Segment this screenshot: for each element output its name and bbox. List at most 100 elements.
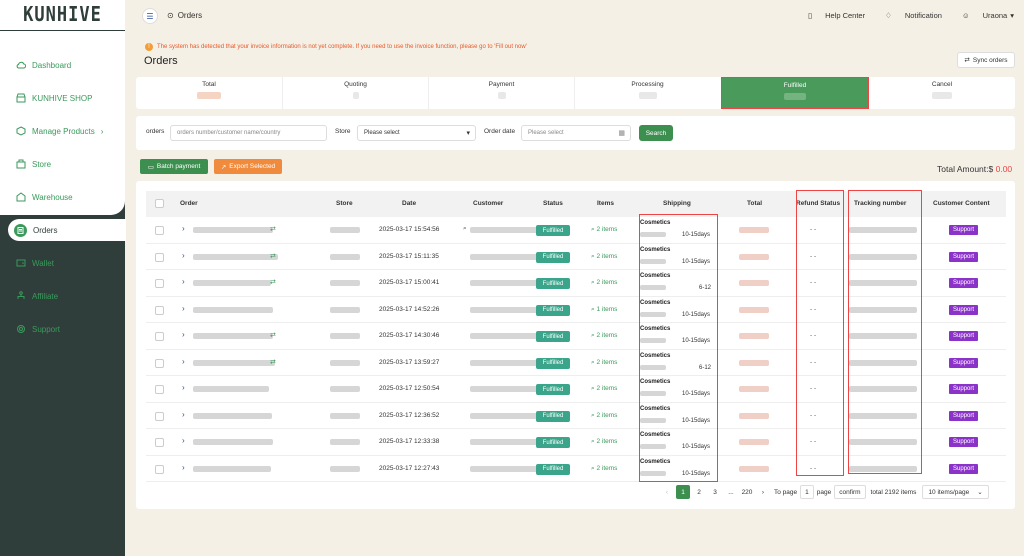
items-link[interactable]: ⌕ 2 items <box>591 465 617 473</box>
row-checkbox[interactable] <box>155 438 164 447</box>
items-link[interactable]: ⌕ 2 items <box>591 253 617 261</box>
support-button[interactable]: Support <box>949 463 978 474</box>
sidebar-item-affiliate[interactable]: Affiliate <box>0 284 125 308</box>
swap-icon[interactable]: ⇄ <box>270 252 276 260</box>
items-link[interactable]: ⌕ 2 items <box>591 332 617 340</box>
sidebar-item-store[interactable]: Store <box>0 152 125 176</box>
support-button[interactable]: Support <box>949 384 978 394</box>
row-checkbox[interactable] <box>155 332 164 341</box>
sidebar-item-orders[interactable]: Orders <box>8 219 126 241</box>
table-row[interactable]: › ⇄ 2025-03-17 14:30:46 Fulfilled ⌕ 2 it… <box>146 323 1006 350</box>
sidebar-item-kunhive-shop[interactable]: KUNHIVE SHOP <box>0 86 125 110</box>
page-number-input[interactable]: 1 <box>800 485 814 499</box>
sidebar-item-dashboard[interactable]: Dashboard <box>0 53 125 77</box>
search-icon[interactable]: ⌕ <box>463 225 467 233</box>
row-checkbox[interactable] <box>155 252 164 262</box>
tab-fulfilled[interactable]: Fulfilled <box>721 77 869 109</box>
col-customer-content: Customer Content <box>933 200 990 207</box>
next-page-icon[interactable]: › <box>756 485 770 499</box>
search-button[interactable]: Search <box>639 125 673 141</box>
support-button[interactable]: Support <box>949 225 978 235</box>
table-row[interactable]: › 2025-03-17 12:27:43 Fulfilled ⌕ 2 item… <box>146 456 1006 482</box>
row-checkbox[interactable] <box>155 279 164 288</box>
page-2[interactable]: 2 <box>692 485 706 499</box>
table-row[interactable]: › ⇄ 2025-03-17 13:59:27 Fulfilled ⌕ 2 it… <box>146 350 1006 376</box>
page-title: Orders <box>144 55 178 67</box>
table-row[interactable]: › ⇄ 2025-03-17 15:54:56 ⌕ Fulfilled ⌕ 2 … <box>146 217 1006 244</box>
page-220[interactable]: 220 <box>740 485 754 499</box>
total-amount-redacted <box>739 386 769 392</box>
swap-icon[interactable]: ⇄ <box>270 358 276 366</box>
swap-icon[interactable]: ⇄ <box>270 278 276 286</box>
swap-icon[interactable]: ⇄ <box>270 331 276 339</box>
items-link[interactable]: ⌕ 2 items <box>591 385 617 393</box>
prev-page-icon[interactable]: ‹ <box>660 485 674 499</box>
support-button[interactable]: Support <box>949 251 978 262</box>
support-button[interactable]: Support <box>949 357 978 368</box>
table-row[interactable]: › ⇄ 2025-03-17 15:11:35 Fulfilled ⌕ 2 it… <box>146 244 1006 270</box>
support-button[interactable]: Support <box>949 304 978 315</box>
export-selected-button[interactable]: ↗ Export Selected <box>214 159 282 174</box>
support-button[interactable]: Support <box>949 410 978 421</box>
tab-total[interactable]: Total <box>136 77 282 109</box>
expand-row-icon[interactable]: › <box>182 330 185 339</box>
row-checkbox[interactable] <box>155 411 164 421</box>
order-date-picker[interactable]: Please select ▦ <box>521 125 631 141</box>
total-amount-redacted <box>739 465 769 472</box>
sync-orders-button[interactable]: ⇄ Sync orders <box>957 52 1015 68</box>
tab-cancel[interactable]: Cancel <box>869 77 1015 109</box>
expand-row-icon[interactable]: › <box>182 277 185 286</box>
row-checkbox[interactable] <box>155 305 164 315</box>
page-1[interactable]: 1 <box>676 485 690 499</box>
items-link[interactable]: ⌕ 2 items <box>591 438 617 446</box>
confirm-page-button[interactable]: confirm <box>834 485 866 499</box>
row-checkbox[interactable] <box>155 385 164 394</box>
expand-row-icon[interactable]: › <box>182 304 185 313</box>
support-button[interactable]: Support <box>949 437 978 447</box>
expand-row-icon[interactable]: › <box>182 436 185 445</box>
items-link[interactable]: ⌕ 1 items <box>591 306 617 314</box>
items-link[interactable]: ⌕ 2 items <box>591 279 617 287</box>
row-checkbox[interactable] <box>155 464 164 474</box>
sidebar-item-wallet[interactable]: Wallet <box>0 251 125 275</box>
items-link[interactable]: ⌕ 2 items <box>591 412 617 420</box>
help-center-link[interactable]: ▯ Help Center <box>798 11 865 20</box>
notification-link[interactable]: ♢ Notification <box>875 11 942 20</box>
store-select[interactable]: Please select ▾ <box>357 125 476 141</box>
expand-row-icon[interactable]: › <box>182 251 185 260</box>
page-ellipsis[interactable]: ... <box>724 485 738 499</box>
items-link[interactable]: ⌕ 2 items <box>591 359 617 367</box>
tab-processing[interactable]: Processing <box>574 77 720 109</box>
expand-row-icon[interactable]: › <box>182 224 185 233</box>
items-link[interactable]: ⌕ 2 items <box>591 226 617 234</box>
table-row[interactable]: › 2025-03-17 12:33:38 Fulfilled ⌕ 2 item… <box>146 429 1006 456</box>
batch-payment-button[interactable]: ▭ Batch payment <box>140 159 208 174</box>
brand-logo[interactable]: KUNHIVE <box>0 0 125 30</box>
support-button[interactable]: Support <box>949 278 978 288</box>
page-size-select[interactable]: 10 items/page ⌄ <box>922 485 989 499</box>
sidebar-item-manage-products[interactable]: Manage Products › <box>0 119 125 143</box>
select-all-checkbox[interactable] <box>155 199 164 208</box>
row-checkbox[interactable] <box>155 358 164 368</box>
swap-icon[interactable]: ⇄ <box>270 225 276 233</box>
table-row[interactable]: › ⇄ 2025-03-17 15:00:41 Fulfilled ⌕ 2 it… <box>146 270 1006 297</box>
page-3[interactable]: 3 <box>708 485 722 499</box>
row-checkbox[interactable] <box>155 226 164 235</box>
table-row[interactable]: › 2025-03-17 14:52:26 Fulfilled ⌕ 1 item… <box>146 297 1006 323</box>
table-row[interactable]: › 2025-03-17 12:50:54 Fulfilled ⌕ 2 item… <box>146 376 1006 403</box>
user-menu[interactable]: ☺ Uraona ▾ <box>952 11 1014 20</box>
orders-search-input[interactable]: orders number/customer name/country <box>170 125 327 141</box>
menu-toggle-button[interactable]: ☰ <box>142 8 158 24</box>
tab-payment[interactable]: Payment <box>428 77 574 109</box>
refund-status: - - <box>810 358 817 366</box>
expand-row-icon[interactable]: › <box>182 357 185 366</box>
shipping-category: Cosmetics <box>640 379 671 385</box>
expand-row-icon[interactable]: › <box>182 410 185 419</box>
support-button[interactable]: Support <box>949 331 978 341</box>
sidebar-item-warehouse[interactable]: Warehouse <box>0 185 125 209</box>
sidebar-item-support[interactable]: Support <box>0 317 125 341</box>
tab-quoting[interactable]: Quoting <box>282 77 428 109</box>
expand-row-icon[interactable]: › <box>182 383 185 392</box>
expand-row-icon[interactable]: › <box>182 463 185 472</box>
table-row[interactable]: › 2025-03-17 12:36:52 Fulfilled ⌕ 2 item… <box>146 403 1006 429</box>
